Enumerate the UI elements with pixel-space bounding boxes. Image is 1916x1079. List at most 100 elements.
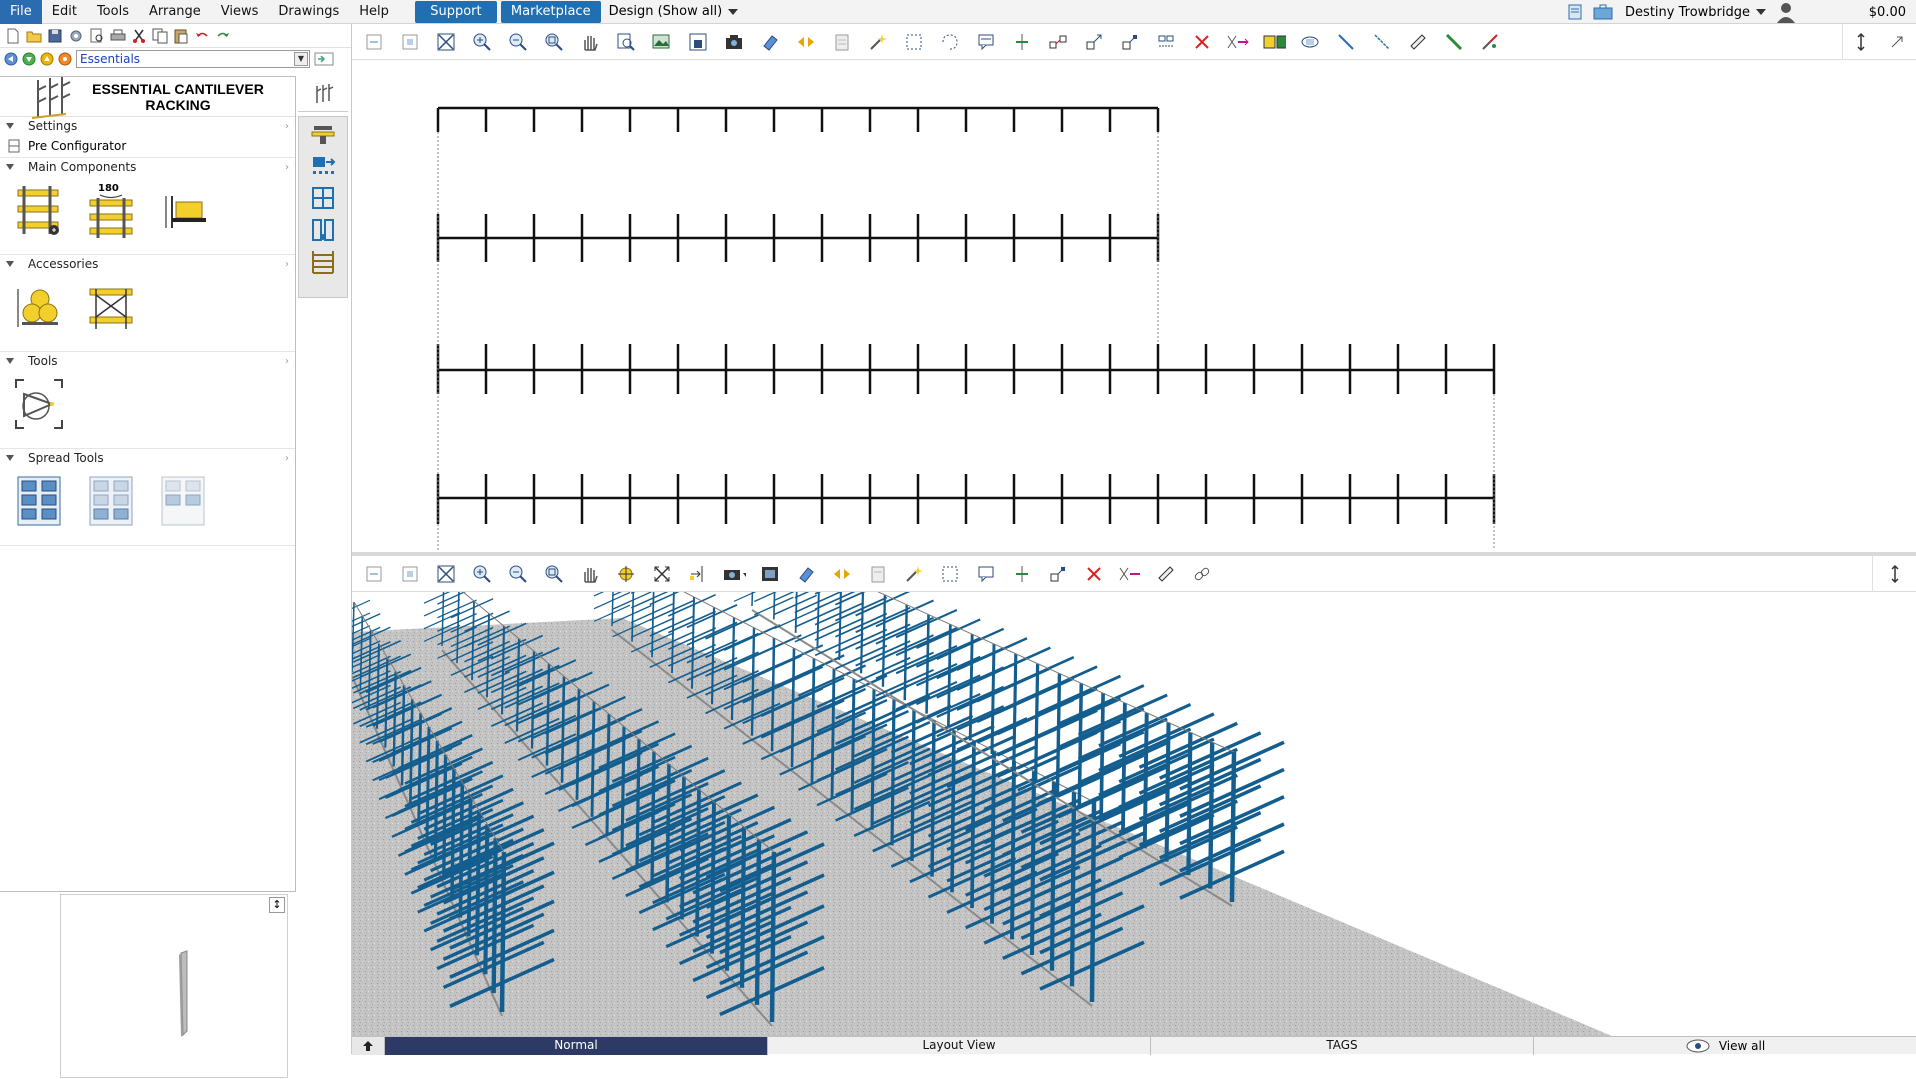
tab-normal[interactable]: Normal <box>384 1037 767 1055</box>
support-button[interactable]: Support <box>414 0 497 23</box>
magic-select-icon[interactable] <box>902 562 926 586</box>
marquee-select-icon[interactable] <box>902 30 926 54</box>
cross-bracing-thumb[interactable] <box>86 279 136 335</box>
align-icon[interactable] <box>1082 30 1106 54</box>
spread-tool-empty-thumb[interactable] <box>158 473 208 529</box>
fit-selection-icon[interactable] <box>398 562 422 586</box>
clipboard-icon[interactable] <box>830 30 854 54</box>
magic-select-icon[interactable] <box>866 30 890 54</box>
redo-icon[interactable] <box>214 27 232 45</box>
delete-icon[interactable] <box>1082 562 1106 586</box>
print-icon[interactable] <box>109 27 127 45</box>
print-preview-icon[interactable] <box>88 27 106 45</box>
tab-layout-view[interactable]: Layout View <box>767 1037 1150 1055</box>
menu-views[interactable]: Views <box>211 0 269 24</box>
frame-icon[interactable] <box>686 30 710 54</box>
zoom-window-icon[interactable] <box>542 30 566 54</box>
section-accessories-header[interactable]: Accessories › <box>0 255 295 273</box>
save-icon[interactable] <box>46 27 64 45</box>
eraser-icon[interactable] <box>794 562 818 586</box>
dimension-clear-icon[interactable] <box>1226 30 1250 54</box>
settings-icon[interactable] <box>67 27 85 45</box>
line-tool-icon[interactable] <box>1334 30 1358 54</box>
dimension-clear-icon[interactable] <box>1118 562 1142 586</box>
zoom-out-icon[interactable] <box>506 30 530 54</box>
section-main-components-header[interactable]: Main Components › <box>0 158 295 176</box>
measure-icon[interactable] <box>1406 30 1430 54</box>
section-tools-header[interactable]: Tools › <box>0 352 295 370</box>
clipboard-icon[interactable] <box>866 562 890 586</box>
rack-frame-icon[interactable] <box>308 185 338 211</box>
chevron-down-icon[interactable] <box>1756 9 1766 15</box>
insert-icon[interactable] <box>1010 30 1034 54</box>
undo-icon[interactable] <box>193 27 211 45</box>
zoom-window-icon[interactable] <box>542 562 566 586</box>
paste-icon[interactable] <box>172 27 190 45</box>
polyline-tool-icon[interactable] <box>1370 30 1394 54</box>
nav-down-icon[interactable] <box>22 52 36 66</box>
comment-icon[interactable] <box>974 562 998 586</box>
resize-vertical-icon[interactable] <box>1888 564 1902 584</box>
tab-tags[interactable]: TAGS <box>1150 1037 1533 1055</box>
walk-icon[interactable] <box>686 562 710 586</box>
zoom-in-icon[interactable] <box>470 30 494 54</box>
connect-icon[interactable] <box>1046 30 1070 54</box>
insert-icon[interactable] <box>1010 562 1034 586</box>
spread-tool-partial-thumb[interactable] <box>86 473 136 529</box>
link-view-icon[interactable] <box>1298 30 1322 54</box>
menu-arrange[interactable]: Arrange <box>139 0 211 24</box>
single-sided-rack-thumb[interactable] <box>14 182 64 238</box>
avatar-icon[interactable] <box>1776 1 1796 23</box>
paint-icon[interactable] <box>1478 30 1502 54</box>
delete-icon[interactable] <box>1190 30 1214 54</box>
distribute-icon[interactable] <box>1118 30 1142 54</box>
fit-width-icon[interactable] <box>362 562 386 586</box>
copy-icon[interactable] <box>151 27 169 45</box>
camera-menu-icon[interactable] <box>722 562 746 586</box>
double-sided-rack-thumb[interactable]: 180 <box>86 182 136 238</box>
distribute-icon[interactable] <box>1046 562 1070 586</box>
zoom-in-icon[interactable] <box>470 562 494 586</box>
library-expand-icon[interactable] <box>314 51 334 67</box>
open-folder-icon[interactable] <box>25 27 43 45</box>
eraser-icon[interactable] <box>758 30 782 54</box>
new-file-icon[interactable] <box>4 27 22 45</box>
move-items-icon[interactable] <box>308 153 338 179</box>
shelving-icon[interactable] <box>308 249 338 275</box>
document-icon[interactable] <box>1567 4 1583 20</box>
menu-tools[interactable]: Tools <box>87 0 139 24</box>
briefcase-icon[interactable] <box>1593 4 1613 20</box>
zoom-extents-icon[interactable] <box>434 30 458 54</box>
group-icon[interactable] <box>1262 30 1286 54</box>
area-tool-thumb[interactable] <box>14 376 64 432</box>
plan-view-2d[interactable] <box>352 60 1916 552</box>
zoom-extents-icon[interactable] <box>434 562 458 586</box>
cut-icon[interactable] <box>130 27 148 45</box>
comment-icon[interactable] <box>974 30 998 54</box>
array-icon[interactable] <box>1154 30 1178 54</box>
fit-width-icon[interactable] <box>362 30 386 54</box>
pre-configurator-item[interactable]: Pre Configurator <box>0 135 295 157</box>
fit-selection-icon[interactable] <box>398 30 422 54</box>
nav-up-icon[interactable] <box>40 52 54 66</box>
catalog-view-toggle[interactable] <box>298 76 348 112</box>
camera-icon[interactable] <box>722 30 746 54</box>
zoom-out-icon[interactable] <box>506 562 530 586</box>
link-icon[interactable] <box>1190 562 1214 586</box>
view-all-button[interactable]: View all <box>1533 1037 1916 1055</box>
pan-hand-icon[interactable] <box>578 562 602 586</box>
nav-back-icon[interactable] <box>4 52 18 66</box>
undock-icon[interactable] <box>1889 34 1905 50</box>
menu-help[interactable]: Help <box>349 0 399 24</box>
view-3d[interactable] <box>352 592 1916 1036</box>
section-spread-tools-header[interactable]: Spread Tools › <box>0 449 295 467</box>
menu-file[interactable]: File <box>0 0 42 24</box>
marquee-select-icon[interactable] <box>938 562 962 586</box>
pipe-stop-thumb[interactable] <box>14 279 64 335</box>
arrow-up-icon[interactable] <box>352 1037 384 1055</box>
zoom-page-icon[interactable] <box>614 30 638 54</box>
menu-edit[interactable]: Edit <box>42 0 87 24</box>
user-name[interactable]: Destiny Trowbridge <box>1625 5 1750 20</box>
rack-double-icon[interactable] <box>308 217 338 243</box>
flip-horizontal-icon[interactable] <box>794 30 818 54</box>
